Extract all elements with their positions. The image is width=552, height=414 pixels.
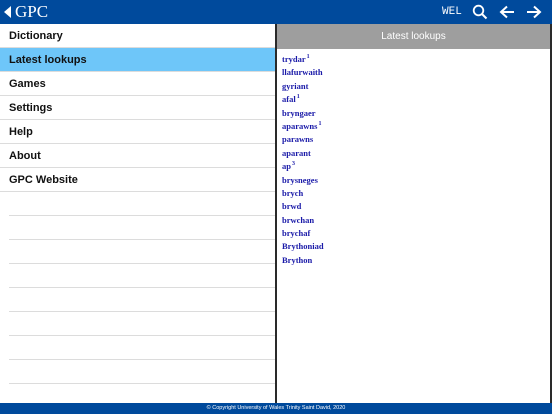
arrow-left-icon[interactable] <box>497 2 517 22</box>
sidebar-menu: Dictionary Latest lookups Games Settings… <box>0 24 276 403</box>
back-button[interactable]: GPC <box>4 2 48 22</box>
app-title: GPC <box>15 2 49 21</box>
panel-title: Latest lookups <box>277 24 550 49</box>
sidebar-item-settings[interactable]: Settings <box>0 96 276 120</box>
back-caret-icon <box>4 6 11 18</box>
empty-row <box>9 312 276 336</box>
search-icon[interactable] <box>470 2 490 22</box>
sidebar-item-help[interactable]: Help <box>0 120 276 144</box>
empty-row <box>9 336 276 360</box>
lookup-link[interactable]: trydar1 <box>282 53 550 66</box>
sidebar-item-about[interactable]: About <box>0 144 276 168</box>
top-bar: GPC WEL <box>0 0 552 24</box>
lookup-link[interactable]: aparant <box>282 147 550 160</box>
empty-row <box>9 384 276 403</box>
sidebar-item-games[interactable]: Games <box>0 72 276 96</box>
empty-row <box>9 264 276 288</box>
language-toggle[interactable]: WEL <box>442 5 462 19</box>
empty-row <box>9 360 276 384</box>
lookup-link[interactable]: brysneges <box>282 174 550 187</box>
lookup-link[interactable]: ap3 <box>282 160 550 173</box>
sidebar-item-dictionary[interactable]: Dictionary <box>0 24 276 48</box>
lookup-link[interactable]: brwchan <box>282 214 550 227</box>
lookup-link[interactable]: brychaf <box>282 227 550 240</box>
lookup-link[interactable]: brwd <box>282 200 550 213</box>
empty-row <box>9 240 276 264</box>
lookup-link[interactable]: Brythoniad <box>282 240 550 253</box>
empty-row <box>9 288 276 312</box>
lookup-link[interactable]: Brython <box>282 254 550 267</box>
empty-row <box>9 192 276 216</box>
empty-row <box>9 216 276 240</box>
lookup-link[interactable]: parawns <box>282 133 550 146</box>
lookup-link[interactable]: gyriant <box>282 80 550 93</box>
lookup-link[interactable]: bryngaer <box>282 107 550 120</box>
lookup-link[interactable]: llafurwaith <box>282 66 550 79</box>
lookup-list: trydar1 llafurwaith gyriant afal1 brynga… <box>277 49 550 267</box>
latest-lookups-panel: Latest lookups trydar1 llafurwaith gyria… <box>277 24 552 403</box>
lookup-link[interactable]: afal1 <box>282 93 550 106</box>
sidebar-item-gpc-website[interactable]: GPC Website <box>0 168 276 192</box>
lookup-link[interactable]: aparawns1 <box>282 120 550 133</box>
arrow-right-icon[interactable] <box>524 2 544 22</box>
sidebar-item-latest-lookups[interactable]: Latest lookups <box>0 48 276 72</box>
lookup-link[interactable]: brych <box>282 187 550 200</box>
copyright-footer: © Copyright University of Wales Trinity … <box>0 403 552 414</box>
